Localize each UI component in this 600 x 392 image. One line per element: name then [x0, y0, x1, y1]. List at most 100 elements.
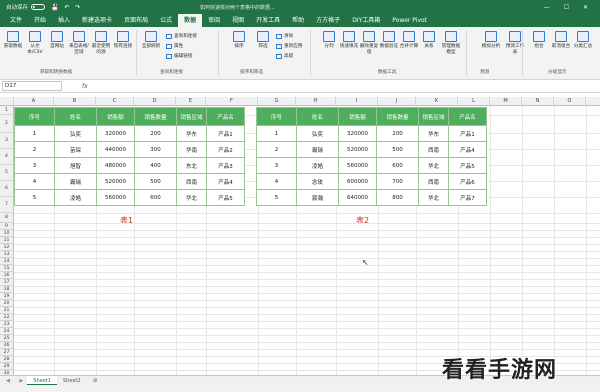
row-header-11[interactable]: 11 — [0, 237, 14, 244]
table1-cell[interactable]: 1 — [14, 125, 55, 142]
table1-cell[interactable]: 华北 — [176, 189, 207, 206]
table1-header-4[interactable]: 销售区域 — [176, 107, 207, 126]
row-header-22[interactable]: 22 — [0, 314, 14, 321]
column-header-J[interactable]: J — [378, 97, 416, 106]
table2-cell[interactable]: 西南 — [418, 173, 449, 190]
ribbon-small-0[interactable]: 查询和连接 — [166, 33, 197, 39]
menu-tab-1[interactable]: 开始 — [28, 14, 52, 27]
table1-cell[interactable]: 200 — [134, 125, 177, 142]
row-header-3[interactable]: 3 — [0, 133, 14, 149]
table1-cell[interactable]: 弘奕 — [54, 125, 97, 142]
row-header-14[interactable]: 14 — [0, 258, 14, 265]
column-header-P[interactable]: P — [586, 97, 600, 106]
table1-header-5[interactable]: 产品名 — [206, 107, 245, 126]
table2-cell[interactable]: 霸瑞 — [296, 141, 339, 158]
table2-cell[interactable]: 700 — [376, 173, 419, 190]
table2-cell[interactable]: 1 — [256, 125, 297, 142]
table2-cell[interactable]: 640000 — [338, 189, 377, 206]
table2-cell[interactable]: 800 — [376, 189, 419, 206]
table2-cell[interactable]: 产品4 — [448, 141, 487, 158]
table1-cell[interactable]: 苗琛 — [54, 141, 97, 158]
table2-cell[interactable]: 凌皓 — [296, 157, 339, 174]
column-header-L[interactable]: L — [458, 97, 490, 106]
column-header-K[interactable]: K — [416, 97, 458, 106]
table2-cell[interactable]: 500 — [376, 141, 419, 158]
ribbon-button-20[interactable]: 分类汇总 — [572, 27, 594, 50]
row-header-9[interactable]: 9 — [0, 223, 14, 230]
menu-tab-7[interactable]: 审阅 — [202, 14, 226, 27]
row-header-10[interactable]: 10 — [0, 230, 14, 237]
table2-cell[interactable]: 560000 — [338, 157, 377, 174]
table2-cell[interactable]: 华东 — [418, 125, 449, 142]
row-header-29[interactable]: 29 — [0, 363, 14, 370]
row-header-27[interactable]: 27 — [0, 349, 14, 356]
row-header-16[interactable]: 16 — [0, 272, 14, 279]
table1-cell[interactable]: 300 — [134, 141, 177, 158]
column-header-C[interactable]: C — [96, 97, 134, 106]
table2-cell[interactable]: 华北 — [418, 157, 449, 174]
quick-access-icons[interactable]: 💾 ↶ ↷ — [51, 4, 82, 11]
table2-cell[interactable]: 念玫 — [296, 173, 339, 190]
menu-tab-4[interactable]: 页面布局 — [118, 14, 154, 27]
name-box[interactable]: D17 — [2, 81, 62, 91]
table1-header-2[interactable]: 销售额 — [96, 107, 135, 126]
table1-cell[interactable]: 480000 — [96, 157, 135, 174]
column-header-O[interactable]: O — [554, 97, 586, 106]
ribbon-small-1[interactable]: 属性 — [166, 43, 183, 49]
column-header-G[interactable]: G — [258, 97, 296, 106]
table2-cell[interactable]: 4 — [256, 173, 297, 190]
table1-cell[interactable]: 西南 — [176, 173, 207, 190]
column-header-H[interactable]: H — [296, 97, 336, 106]
row-header-23[interactable]: 23 — [0, 321, 14, 328]
table2-cell[interactable]: 520000 — [338, 141, 377, 158]
table1-cell[interactable]: 产品2 — [206, 141, 245, 158]
menu-tab-10[interactable]: 帮助 — [286, 14, 310, 27]
table1-header-0[interactable]: 序号 — [14, 107, 55, 126]
table2-cell[interactable]: 西南 — [418, 141, 449, 158]
table2-header-2[interactable]: 销售额 — [338, 107, 377, 126]
table1-cell[interactable]: 凌皓 — [54, 189, 97, 206]
table1-cell[interactable]: 320000 — [96, 125, 135, 142]
sheet-nav-arrows[interactable]: ◀ ▶ — [6, 378, 27, 384]
row-header-21[interactable]: 21 — [0, 307, 14, 314]
ribbon-small-4[interactable]: 重新应用 — [276, 43, 302, 49]
column-header-N[interactable]: N — [522, 97, 554, 106]
menu-tab-3[interactable]: 新建选项卡 — [76, 14, 118, 27]
table1-cell[interactable]: 产品5 — [206, 189, 245, 206]
row-header-6[interactable]: 6 — [0, 181, 14, 197]
table1-cell[interactable]: 华东 — [176, 125, 207, 142]
row-header-18[interactable]: 18 — [0, 286, 14, 293]
sheet-tab-Sheet1[interactable]: Sheet1 — [27, 375, 57, 386]
ribbon-button-0[interactable]: 获取数据 — [2, 27, 24, 50]
ribbon-small-5[interactable]: 高级 — [276, 53, 293, 59]
ribbon-button-9[interactable]: 分列 — [318, 27, 340, 50]
table2-cell[interactable]: 产品1 — [448, 125, 487, 142]
ribbon-button-5[interactable]: 现有连接 — [112, 27, 134, 50]
table2-cell[interactable]: 600 — [376, 157, 419, 174]
table1-cell[interactable]: 旭智 — [54, 157, 97, 174]
table1-cell[interactable]: 2 — [14, 141, 55, 158]
table2-cell[interactable]: 产品6 — [448, 173, 487, 190]
table1-cell[interactable]: 产品1 — [206, 125, 245, 142]
spreadsheet-grid[interactable]: 表1 表2 ↖ ABCDEFGHIJKLMNOPQ123456789101112… — [0, 97, 600, 375]
column-header-D[interactable]: D — [134, 97, 176, 106]
table2-header-4[interactable]: 销售区域 — [418, 107, 449, 126]
row-header-19[interactable]: 19 — [0, 293, 14, 300]
table1-cell[interactable]: 东北 — [176, 157, 207, 174]
table2-cell[interactable]: 320000 — [338, 125, 377, 142]
row-header-12[interactable]: 12 — [0, 244, 14, 251]
autosave-toggle[interactable] — [31, 4, 46, 10]
table2-cell[interactable]: 3 — [256, 157, 297, 174]
table2-cell[interactable]: 2 — [256, 141, 297, 158]
select-all-corner[interactable] — [0, 97, 14, 106]
table2-cell[interactable]: 200 — [376, 125, 419, 142]
ribbon-button-3[interactable]: 来自表格/区域 — [68, 27, 90, 55]
ribbon-button-19[interactable]: 取消组合 — [550, 27, 572, 50]
ribbon-button-18[interactable]: 组合 — [528, 27, 550, 50]
table1-cell[interactable]: 产品4 — [206, 173, 245, 190]
table1-header-1[interactable]: 姓名 — [54, 107, 97, 126]
ribbon-button-4[interactable]: 最近使用的源 — [90, 27, 112, 55]
menu-tab-5[interactable]: 公式 — [154, 14, 178, 27]
menu-tab-11[interactable]: 方方格子 — [310, 14, 346, 27]
ribbon-button-13[interactable]: 合并计算 — [398, 27, 420, 50]
